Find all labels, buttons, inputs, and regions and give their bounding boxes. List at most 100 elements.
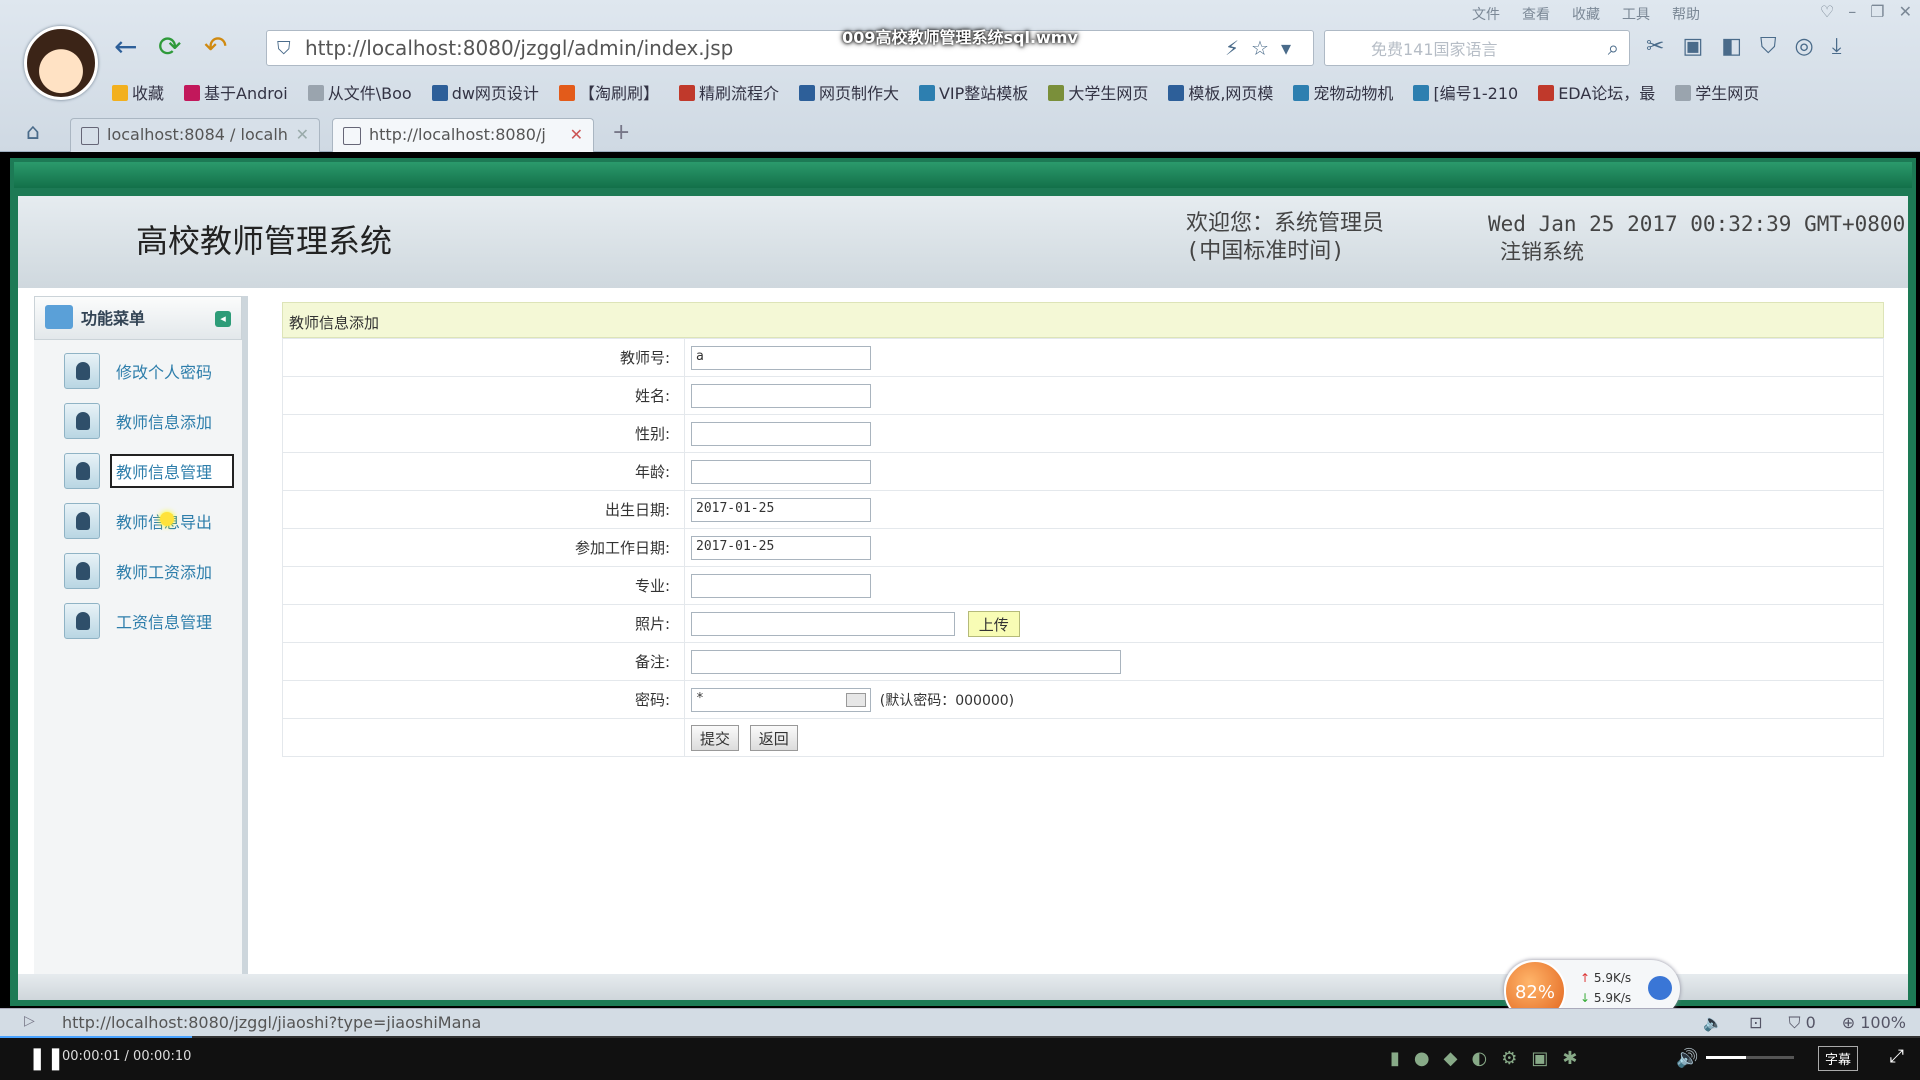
home-icon[interactable]: ⌂	[26, 120, 40, 145]
speaker-icon[interactable]: 🔈	[1703, 1013, 1723, 1033]
tray-icon[interactable]: ▣	[1531, 1048, 1548, 1069]
search-icon[interactable]: ⌕	[1608, 36, 1619, 60]
subtitle-button[interactable]: 字幕	[1818, 1046, 1859, 1071]
tray-icon[interactable]: ◆	[1444, 1048, 1458, 1069]
age-input[interactable]	[691, 459, 871, 484]
address-tools-icon[interactable]: ⚡☆▾	[1225, 36, 1303, 60]
upload-button[interactable]: 上传	[967, 610, 1020, 637]
back-icon[interactable]: ←	[114, 30, 137, 63]
work-date-input[interactable]: 2017-01-25	[691, 535, 871, 560]
undo-icon[interactable]: ↶	[204, 30, 227, 63]
teacher-no-input[interactable]: a	[691, 345, 871, 370]
close-icon[interactable]: ✕	[1899, 2, 1912, 21]
password-input[interactable]: *	[691, 687, 871, 712]
birth-date-input[interactable]: 2017-01-25	[691, 497, 871, 522]
menu-help[interactable]: 帮助	[1672, 4, 1700, 24]
skin-icon[interactable]: ♡	[1820, 2, 1834, 21]
restore-icon[interactable]: ❐	[1870, 2, 1884, 21]
bookmark-item[interactable]: 【淘刷刷】	[558, 80, 659, 104]
teacher-add-panel: 教师信息添加 教师号: a 姓名: 性别: 年龄: 出生日期: 2017-01-…	[282, 302, 1884, 757]
zoom-level[interactable]: ⊕ 100%	[1842, 1013, 1906, 1033]
keyboard-icon[interactable]	[846, 692, 866, 707]
form-row: 性别:	[282, 414, 1884, 453]
bookmark-item[interactable]: 精刷流程介	[678, 80, 779, 104]
pause-icon[interactable]: ❚❚	[28, 1046, 65, 1071]
menu-view[interactable]: 查看	[1522, 4, 1550, 24]
name-input[interactable]	[691, 383, 871, 408]
sidebar-title: 功能菜单	[81, 309, 146, 328]
tab-close-icon[interactable]: ✕	[570, 125, 583, 144]
bookmarks-bar: 收藏 基于Androi 从文件\Boo dw网页设计 【淘刷刷】 精刷流程介 网…	[112, 80, 1759, 104]
bookmark-item[interactable]: 基于Androi	[184, 80, 288, 104]
extension-icon[interactable]: ◧	[1721, 34, 1742, 59]
download-icon[interactable]: ⤓	[1832, 34, 1842, 59]
sidebar-item-teacher-export[interactable]: 教师信息导出	[34, 496, 242, 546]
user-icon	[64, 503, 100, 539]
logout-link[interactable]: 注销系统	[1488, 238, 1905, 266]
scissors-icon[interactable]: ✂	[1646, 34, 1664, 59]
globe-icon[interactable]: ◎	[1795, 34, 1814, 59]
gender-input[interactable]	[691, 421, 871, 446]
datetime-block: Wed Jan 25 2017 00:32:39 GMT+0800 注销系统	[1488, 210, 1905, 266]
tab-strip: ⌂ localhost:8084 / localh ✕ http://local…	[0, 114, 1920, 152]
security-icon[interactable]: ⛉	[1760, 34, 1777, 59]
sidebar-item-label: 修改个人密码	[116, 363, 213, 382]
sidebar-item-teacher-manage[interactable]: 教师信息管理	[34, 446, 242, 496]
remark-input[interactable]	[691, 649, 1121, 674]
status-url: http://localhost:8080/jzggl/jiaoshi?type…	[62, 1013, 482, 1032]
menu-favorites[interactable]: 收藏	[1572, 4, 1600, 24]
address-url[interactable]: http://localhost:8080/jzggl/admin/index.…	[305, 36, 733, 60]
lock-icon[interactable]: ⊡	[1749, 1013, 1762, 1033]
browser-chrome: 文件 查看 收藏 工具 帮助 ♡ – ❐ ✕ ← ⟳ ↶ ⛉ http://lo…	[0, 0, 1920, 152]
tab-close-icon[interactable]: ✕	[296, 125, 309, 144]
tray-icon[interactable]: ◐	[1471, 1048, 1487, 1069]
fullscreen-icon[interactable]: ⤢	[1890, 1046, 1904, 1067]
minimize-icon[interactable]: –	[1848, 2, 1856, 21]
new-tab-icon[interactable]: +	[612, 120, 630, 145]
menu-tools[interactable]: 工具	[1622, 4, 1650, 24]
bookmark-item[interactable]: VIP整站模板	[918, 80, 1028, 104]
sidebar-item-teacher-add[interactable]: 教师信息添加	[34, 396, 242, 446]
bookmark-item[interactable]: 从文件\Boo	[307, 80, 412, 104]
panel-title: 教师信息添加	[282, 302, 1884, 338]
back-button[interactable]: 返回	[749, 724, 798, 751]
video-progress[interactable]	[0, 1036, 1920, 1038]
tray-icon[interactable]: ▮	[1390, 1048, 1400, 1069]
bookmark-icon	[1293, 85, 1310, 101]
bookmark-item[interactable]: 模板,网页模	[1168, 80, 1273, 104]
collapse-icon[interactable]: ◂	[215, 311, 231, 327]
tray-icon[interactable]: ✱	[1562, 1048, 1577, 1069]
bookmark-item[interactable]: 学生网页	[1675, 80, 1759, 104]
photo-input[interactable]	[691, 611, 955, 636]
sidebar-item-salary-manage[interactable]: 工资信息管理	[34, 596, 242, 646]
menu-file[interactable]: 文件	[1472, 4, 1500, 24]
accelerate-icon[interactable]	[1648, 976, 1672, 1000]
bookmark-item[interactable]: dw网页设计	[431, 80, 539, 104]
tray-icon[interactable]: ⚙	[1501, 1048, 1517, 1069]
field-label: 姓名:	[282, 376, 685, 415]
user-avatar[interactable]	[24, 26, 98, 100]
screen-icon[interactable]: ▣	[1682, 34, 1703, 59]
major-input[interactable]	[691, 573, 871, 598]
bookmark-icon	[678, 85, 695, 101]
bookmark-item[interactable]: EDA论坛，最	[1538, 80, 1655, 104]
bookmark-item[interactable]: 大学生网页	[1048, 80, 1148, 104]
address-bar[interactable]: ⛉ http://localhost:8080/jzggl/admin/inde…	[266, 30, 1314, 66]
volume-icon[interactable]: 🔊	[1676, 1048, 1698, 1069]
bookmark-item[interactable]: [编号1-210	[1413, 80, 1518, 104]
sidebar-item-salary-add[interactable]: 教师工资添加	[34, 546, 242, 596]
tab-localhost-8080[interactable]: http://localhost:8080/j ✕	[332, 118, 594, 152]
volume-slider[interactable]	[1706, 1056, 1794, 1059]
bookmark-item[interactable]: 网页制作大	[798, 80, 899, 104]
tab-localhost-8084[interactable]: localhost:8084 / localh ✕	[70, 118, 320, 152]
bookmark-item[interactable]: 宠物动物机	[1293, 80, 1393, 104]
submit-button[interactable]: 提交	[691, 724, 740, 751]
form-row: 照片: 上传	[282, 604, 1884, 643]
search-box[interactable]: 免费141国家语言 ⌕	[1324, 30, 1630, 66]
tray-icon[interactable]: ●	[1414, 1048, 1430, 1069]
password-value: *	[696, 690, 704, 706]
sidebar-item-change-password[interactable]: 修改个人密码	[34, 346, 242, 396]
refresh-icon[interactable]: ⟳	[158, 30, 181, 63]
shield-count[interactable]: ⛉ 0	[1788, 1013, 1815, 1033]
bookmark-item[interactable]: 收藏	[112, 80, 164, 104]
